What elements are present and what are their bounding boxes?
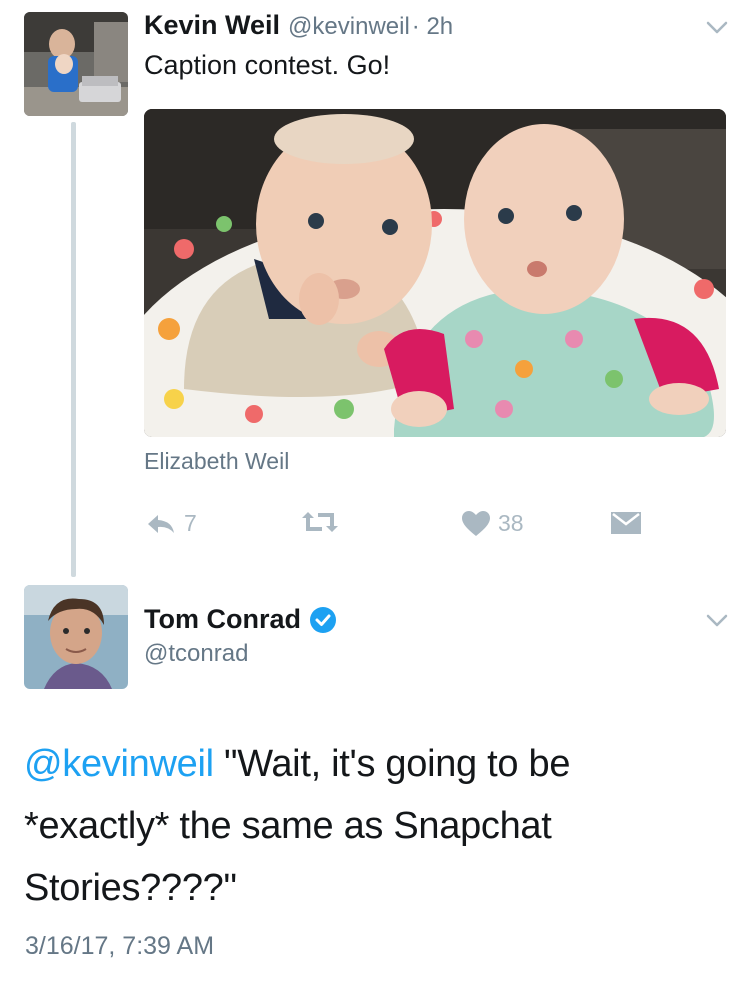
chevron-down-icon[interactable]: [706, 21, 728, 35]
kevin-weil-avatar[interactable]: [24, 12, 128, 116]
avatar-photo-kevin: [24, 12, 128, 116]
tweet-time[interactable]: · 2h: [412, 13, 453, 41]
thread-connector-line: [71, 122, 76, 577]
reply-author: Tom Conrad: [144, 604, 337, 635]
author-name[interactable]: Kevin Weil: [144, 10, 280, 41]
reply-tweet-text: @kevinweil "Wait, it's going to be *exac…: [24, 733, 714, 919]
verified-badge-icon: [310, 606, 336, 633]
photo-tag[interactable]: Elizabeth Weil: [144, 448, 289, 475]
direct-message-button[interactable]: [611, 512, 641, 534]
retweet-button[interactable]: [302, 510, 338, 534]
tweet-header: Kevin Weil @kevinweil · 2h: [144, 10, 453, 41]
heart-icon: [462, 510, 490, 536]
tweet-photo[interactable]: [144, 109, 726, 437]
reply-button[interactable]: 7: [146, 510, 197, 537]
envelope-icon: [611, 512, 641, 534]
author-handle[interactable]: @kevinweil: [288, 13, 410, 41]
tweet-timestamp[interactable]: 3/16/17, 7:39 AM: [25, 932, 214, 961]
like-button[interactable]: 38: [462, 510, 524, 537]
chevron-down-icon[interactable]: [706, 614, 728, 628]
like-count: 38: [498, 510, 524, 536]
avatar-photo-tom: [24, 585, 128, 689]
author-handle[interactable]: @tconrad: [144, 640, 248, 668]
reply-icon: [148, 514, 174, 533]
tom-conrad-avatar[interactable]: [24, 585, 128, 689]
mention-link[interactable]: @kevinweil: [24, 743, 214, 785]
retweet-icon: [302, 512, 338, 532]
tweet-text: Caption contest. Go!: [144, 50, 391, 80]
reply-count: 7: [184, 510, 197, 536]
babies-photo: [144, 109, 726, 437]
author-name[interactable]: Tom Conrad: [144, 604, 301, 635]
